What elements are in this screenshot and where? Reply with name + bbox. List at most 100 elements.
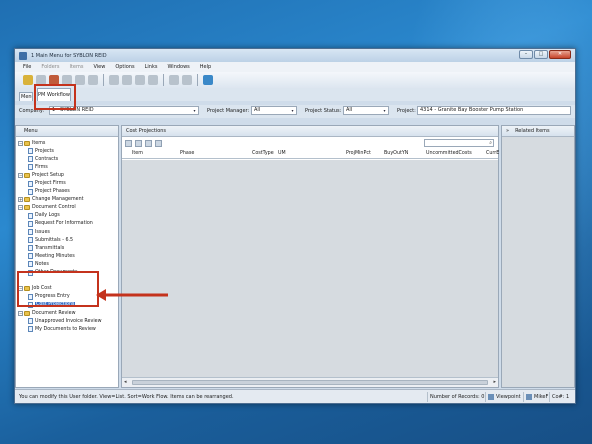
app-icon (19, 51, 27, 60)
minimize-button[interactable]: – (519, 50, 533, 59)
col-costtype[interactable]: CostType (252, 149, 274, 159)
tree-folder[interactable]: + Change Management (16, 196, 118, 204)
document-icon (28, 229, 33, 236)
document-icon (28, 326, 33, 333)
menu-folders[interactable]: Folders (41, 64, 59, 70)
tree-item[interactable]: Project Firms (16, 179, 118, 187)
menu-items[interactable]: Items (69, 64, 83, 70)
scroll-left-icon[interactable]: ◂ (124, 379, 127, 385)
grid-body[interactable] (122, 160, 498, 377)
columns-icon[interactable] (155, 139, 162, 147)
record-count: Number of Records: 0 (427, 392, 484, 402)
tree-folder[interactable]: − Items (16, 139, 118, 147)
expand-icon[interactable]: + (18, 197, 23, 203)
lock-icon[interactable] (23, 75, 33, 85)
tree-item[interactable]: Project Phases (16, 188, 118, 196)
collapse-icon[interactable]: − (18, 172, 23, 178)
horizontal-scrollbar[interactable]: ◂ ▸ (122, 377, 498, 387)
tree-item[interactable]: Meeting Minutes (16, 252, 118, 260)
export-icon[interactable] (145, 139, 152, 147)
collapse-icon[interactable]: − (18, 205, 23, 211)
document-icon (28, 180, 33, 187)
document-icon (28, 253, 33, 260)
menu-windows[interactable]: Windows (167, 64, 189, 70)
grid-search-input[interactable]: ⌕ (424, 139, 494, 147)
sort-icon[interactable] (182, 75, 192, 85)
tree-folder[interactable]: − Document Control (16, 204, 118, 212)
new-record-icon[interactable] (125, 139, 132, 147)
collapse-icon[interactable]: − (18, 310, 23, 316)
project-status-value: All (346, 107, 353, 113)
tab-strip: Menu PM Workflow (15, 88, 575, 101)
project-field[interactable]: 4314 - Granite Bay Booster Pump Station (417, 106, 571, 115)
scroll-right-icon[interactable]: ▸ (493, 379, 496, 385)
col-curre[interactable]: CurrE (486, 149, 499, 159)
col-item[interactable]: Item (132, 149, 143, 159)
collapse-icon[interactable]: − (18, 140, 23, 146)
collapse-icon[interactable]: » (506, 126, 509, 136)
tree-item[interactable]: My Documents to Review (16, 325, 118, 333)
menu-options[interactable]: Options (115, 64, 134, 70)
tree-item-label: Document Review (32, 310, 76, 316)
chevron-down-icon: ▾ (383, 108, 386, 113)
col-um[interactable]: UM (278, 149, 286, 159)
menu-bar: File Folders Items View Options Links Wi… (15, 62, 575, 72)
chevron-down-icon: ▾ (291, 108, 294, 113)
document-icon (28, 188, 33, 195)
tab-menu[interactable]: Menu (19, 92, 33, 101)
tree-item-label: Change Management (32, 197, 84, 203)
server-indicator: Viewpoint (485, 392, 521, 402)
tree-item-label: Project Setup (32, 172, 64, 178)
tree-item-label: Contracts (35, 156, 59, 162)
menu-help[interactable]: Help (200, 64, 211, 70)
tree-item[interactable]: Projects (16, 147, 118, 155)
project-manager-select[interactable]: All ▾ (251, 106, 297, 115)
menu-panel-header: Menu (16, 126, 118, 137)
close-button[interactable]: ✕ (549, 50, 571, 59)
document-icon (28, 148, 33, 155)
annotation-box-job-cost (17, 271, 99, 307)
menu-links[interactable]: Links (145, 64, 158, 70)
tree-item[interactable]: Contracts (16, 155, 118, 163)
tree-item[interactable]: Request For Information (16, 220, 118, 228)
folder-icon (24, 205, 30, 211)
search-icon[interactable]: ⌕ (489, 140, 492, 147)
col-uncommittedcosts[interactable]: UncommittedCosts (426, 149, 472, 159)
delete-icon[interactable] (148, 75, 158, 85)
tree-folder[interactable]: − Document Review (16, 309, 118, 317)
col-phase[interactable]: Phase (180, 149, 194, 159)
menu-view[interactable]: View (93, 64, 105, 70)
tree-item[interactable]: Submittals - 6.5 (16, 236, 118, 244)
tree-item[interactable]: Daily Logs (16, 212, 118, 220)
col-buyoutyn[interactable]: BuyOutYN (384, 149, 408, 159)
folder-icon (24, 310, 30, 316)
copy-icon[interactable] (109, 75, 119, 85)
folder-icon (24, 197, 30, 203)
menu-file[interactable]: File (23, 64, 31, 70)
menu-panel: Menu − Items Projects Contracts Firms − Projec… (15, 125, 119, 388)
tree-item[interactable]: Issues (16, 228, 118, 236)
project-value: 4314 - Granite Bay Booster Pump Station (420, 107, 524, 113)
maximize-button[interactable]: □ (534, 50, 548, 59)
tree-folder[interactable]: − Project Setup (16, 171, 118, 179)
col-projminpct[interactable]: ProjMinPct (346, 149, 371, 159)
properties-icon[interactable] (88, 75, 98, 85)
project-status-select[interactable]: All ▾ (343, 106, 389, 115)
save-record-icon[interactable] (135, 139, 142, 147)
grid-header-row: Item Phase CostType UM ProjMinPct BuyOut… (122, 149, 499, 159)
refresh-icon[interactable] (203, 75, 213, 85)
scroll-thumb[interactable] (132, 380, 488, 385)
tree-item[interactable]: Transmittals (16, 244, 118, 252)
project-status-label: Project Status: (305, 108, 342, 114)
tree-item[interactable]: Notes (16, 260, 118, 268)
tree-item[interactable]: Unapproved Invoice Review (16, 317, 118, 325)
filter-bar: Company: 1 - SYBLON REID ▾ Project Manag… (15, 105, 575, 118)
title-bar[interactable]: 1 Main Menu for SYBLON REID – □ ✕ (15, 49, 575, 62)
cut-icon[interactable] (122, 75, 132, 85)
edit-icon[interactable] (75, 75, 85, 85)
paste-icon[interactable] (135, 75, 145, 85)
view-toggle-icon[interactable] (169, 75, 179, 85)
related-items-title: Related Items (515, 128, 550, 134)
tree-item[interactable]: Firms (16, 163, 118, 171)
related-items-panel: » Related Items (501, 125, 575, 388)
